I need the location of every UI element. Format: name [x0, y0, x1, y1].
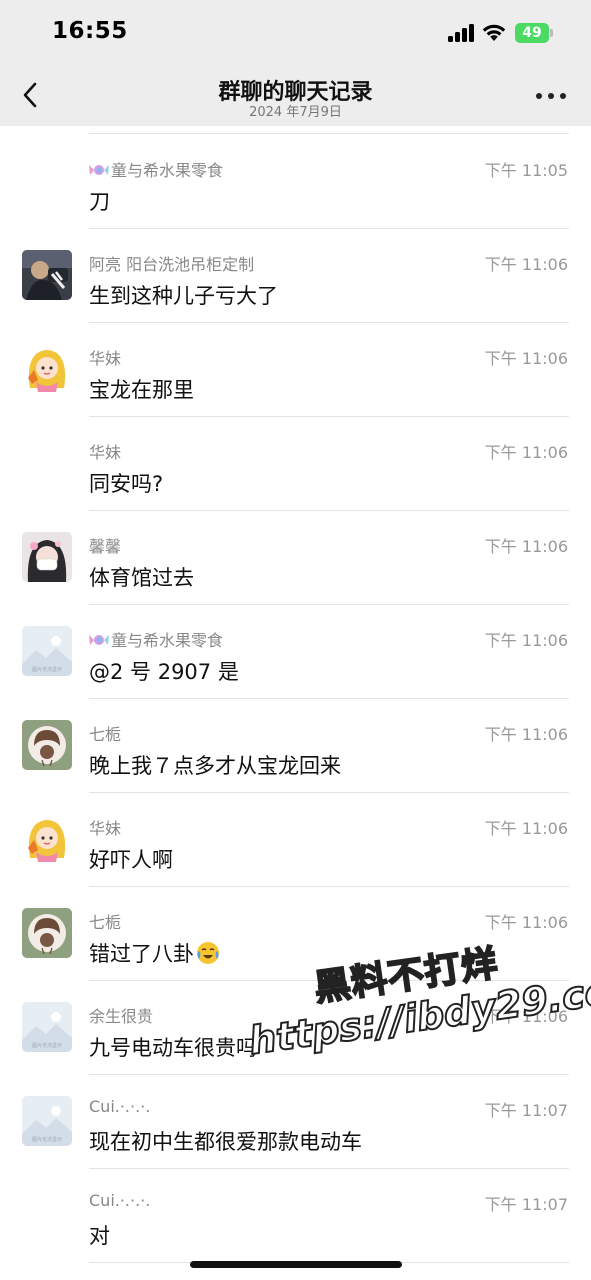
message-item[interactable]: 馨馨 下午 11:06 体育馆过去: [0, 510, 591, 604]
image-placeholder-avatar[interactable]: 图片无法显示: [22, 1002, 72, 1052]
sender-name: Cui.·.·.·.: [89, 1191, 151, 1210]
message-time: 下午 11:06: [484, 1007, 568, 1026]
message-item[interactable]: 七栀 下午 11:06 错过了八卦: [0, 886, 591, 980]
message-time: 下午 11:06: [484, 537, 568, 556]
home-indicator[interactable]: [190, 1261, 402, 1268]
message-item[interactable]: 童与希水果零食 下午 11:05 刀: [0, 134, 591, 228]
sender-name: 七栀: [89, 725, 122, 744]
message-time: 下午 11:06: [484, 913, 568, 932]
crying-laughing-emoji-icon: [197, 942, 219, 964]
sender-name: 童与希水果零食: [89, 627, 223, 651]
message-text: 对: [89, 1224, 110, 1248]
message-item[interactable]: Cui.·.·.·. 下午 11:07 对: [0, 1168, 591, 1262]
message-text-content: 错过了八卦: [89, 942, 194, 966]
message-time: 下午 11:05: [484, 161, 568, 180]
battery-level: 49: [515, 23, 549, 43]
message-text: 生到这种儿子亏大了: [89, 284, 278, 308]
sender-name: 童与希水果零食: [89, 157, 223, 181]
more-options-icon[interactable]: [536, 93, 566, 99]
nav-bar: 群聊的聊天记录 2024 年7月9日: [0, 64, 591, 126]
message-item[interactable]: 华妹 下午 11:06 好吓人啊: [0, 792, 591, 886]
message-text: 宝龙在那里: [89, 378, 194, 402]
message-item[interactable]: 图片无法显示 余生很贵 下午 11:06 九号电动车很贵吗: [0, 980, 591, 1074]
message-time: 下午 11:06: [484, 631, 568, 650]
status-time: 16:55: [52, 18, 128, 44]
message-time: 下午 11:06: [484, 819, 568, 838]
message-text: 晚上我７点多才从宝龙回来: [89, 754, 341, 778]
placeholder-caption: 图片无法显示: [32, 1042, 62, 1049]
message-time: 下午 11:06: [484, 725, 568, 744]
chat-record-list[interactable]: 童与希水果零食 下午 11:05 刀 阿亮 阳台洗池吊柜定制 下午 11:06 …: [0, 126, 591, 1280]
message-item[interactable]: 阿亮 阳台洗池吊柜定制 下午 11:06 生到这种儿子亏大了: [0, 228, 591, 322]
message-text: 同安吗?: [89, 472, 164, 496]
avatar[interactable]: [22, 908, 72, 958]
cellular-signal-icon: [448, 24, 474, 42]
message-time: 下午 11:07: [484, 1195, 568, 1214]
sender-name: 华妹: [89, 819, 122, 838]
message-text: 九号电动车很贵吗: [89, 1036, 257, 1060]
sender-name: Cui.·.·.·.: [89, 1097, 151, 1116]
candy-icon: [89, 635, 109, 645]
placeholder-caption: 图片无法显示: [32, 666, 62, 673]
candy-icon: [89, 165, 109, 175]
avatar[interactable]: [22, 532, 72, 582]
page-date: 2024 年7月9日: [249, 105, 342, 120]
message-time: 下午 11:06: [484, 349, 568, 368]
sender-name: 余生很贵: [89, 1007, 154, 1026]
sender-name: 华妹: [89, 443, 122, 462]
message-item[interactable]: 图片无法显示 Cui.·.·.·. 下午 11:07 现在初中生都很爱那款电动车: [0, 1074, 591, 1168]
message-time: 下午 11:07: [484, 1101, 568, 1120]
sender-name: 阿亮 阳台洗池吊柜定制: [89, 255, 255, 274]
placeholder-caption: 图片无法显示: [32, 1136, 62, 1143]
message-item[interactable]: 华妹 下午 11:06 同安吗?: [0, 416, 591, 510]
battery-icon: 49: [515, 23, 553, 43]
sender-name-text: 童与希水果零食: [111, 161, 224, 180]
sender-name: 华妹: [89, 349, 122, 368]
sender-name: 馨馨: [89, 537, 122, 556]
avatar[interactable]: [22, 814, 72, 864]
message-text: @2 号 2907 是: [89, 660, 239, 684]
message-text: 错过了八卦: [89, 938, 220, 968]
message-item[interactable]: 七栀 下午 11:06 晚上我７点多才从宝龙回来: [0, 698, 591, 792]
avatar[interactable]: [22, 250, 72, 300]
message-text: 体育馆过去: [89, 566, 194, 590]
message-text: 好吓人啊: [89, 848, 173, 872]
sender-name: 七栀: [89, 913, 122, 932]
status-bar: 16:55 49: [0, 0, 591, 64]
wifi-icon: [482, 24, 506, 41]
message-time: 下午 11:06: [484, 255, 568, 274]
top-area: 16:55 49 群聊的聊天记录 2024 年7月9日: [0, 0, 591, 126]
image-placeholder-avatar[interactable]: 图片无法显示: [22, 626, 72, 676]
avatar[interactable]: [22, 344, 72, 394]
message-time: 下午 11:06: [484, 443, 568, 462]
message-text: 刀: [89, 190, 110, 214]
avatar[interactable]: [22, 720, 72, 770]
message-item[interactable]: 图片无法显示 童与希水果零食 下午 11:06 @2 号 2907 是: [0, 604, 591, 698]
sender-name-text: 童与希水果零食: [111, 631, 224, 650]
message-item[interactable]: 华妹 下午 11:06 宝龙在那里: [0, 322, 591, 416]
message-text: 现在初中生都很爱那款电动车: [89, 1130, 362, 1154]
image-placeholder-avatar[interactable]: 图片无法显示: [22, 1096, 72, 1146]
